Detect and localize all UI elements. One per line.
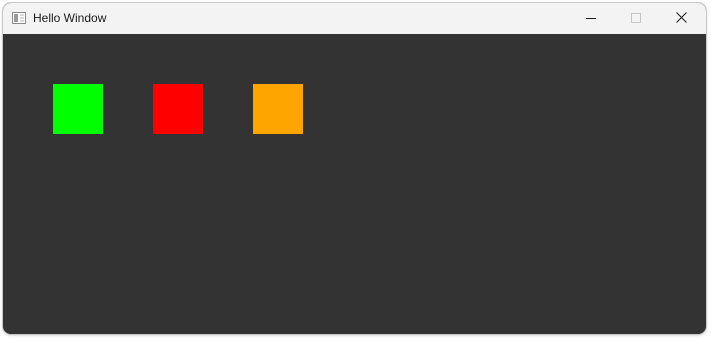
app-window-icon[interactable] (12, 11, 26, 24)
red-square (153, 84, 203, 134)
close-icon (675, 10, 687, 28)
minimize-icon (586, 10, 596, 28)
orange-square (253, 84, 303, 134)
close-button[interactable] (658, 3, 704, 34)
client-area[interactable] (3, 34, 706, 334)
green-square (53, 84, 103, 134)
maximize-icon (631, 10, 641, 28)
maximize-button[interactable] (613, 3, 659, 34)
window-title: Hello Window (33, 11, 107, 25)
title-bar[interactable]: Hello Window (3, 3, 706, 34)
minimize-button[interactable] (568, 3, 614, 34)
app-window: Hello Window (3, 3, 706, 334)
